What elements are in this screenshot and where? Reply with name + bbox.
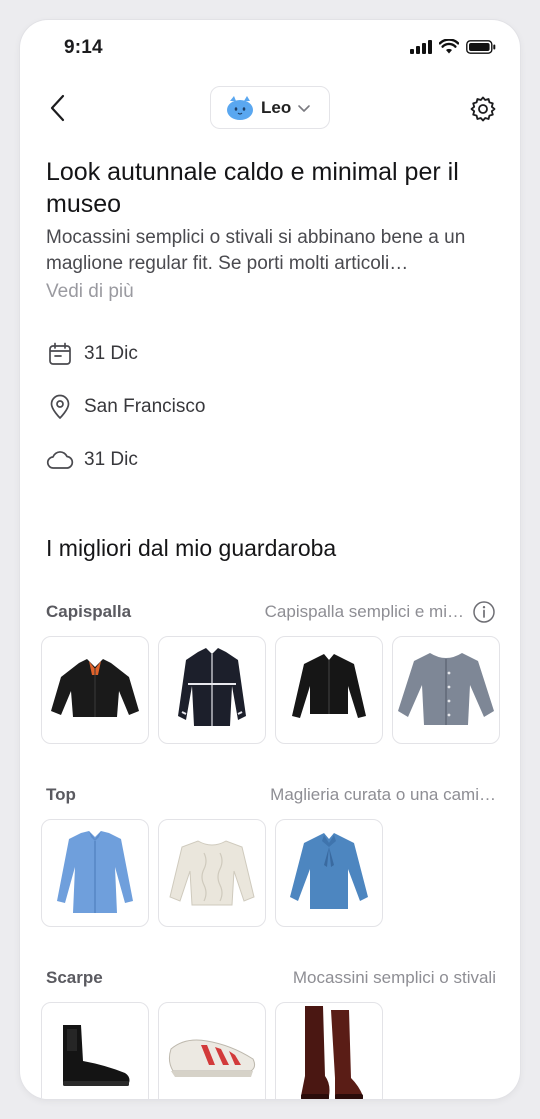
cream-cable-sweater-image (169, 840, 255, 906)
date-row: 31 Dic (46, 339, 138, 369)
chevron-left-icon (50, 94, 65, 122)
black-bomber-jacket-image (51, 659, 139, 717)
item-card[interactable] (41, 1002, 149, 1099)
profile-switcher[interactable]: Leo (210, 86, 330, 129)
header: Leo (20, 86, 520, 130)
cloud-icon (46, 446, 74, 474)
category-description: Mocassini semplici o stivali (292, 968, 496, 987)
weather-text: 31 Dic (84, 449, 138, 470)
items-row-tops (41, 819, 383, 927)
item-card[interactable] (392, 636, 500, 744)
item-card[interactable] (275, 819, 383, 927)
profile-name: Leo (261, 97, 292, 117)
chevron-down-icon (298, 104, 311, 112)
white-red-sneakers-image (168, 1039, 256, 1077)
location-row: San Francisco (46, 392, 205, 422)
category-name: Scarpe (46, 968, 103, 987)
items-row-shoes (41, 1002, 383, 1099)
items-row-outerwear (41, 636, 500, 744)
item-card[interactable] (41, 636, 149, 744)
wardrobe-section-title: I migliori dal mio guardaroba (46, 535, 337, 561)
look-title: Look autunnale caldo e minimal per il mu… (46, 158, 459, 218)
light-blue-shirt-image (57, 831, 133, 913)
item-card[interactable] (158, 636, 266, 744)
black-cropped-jacket-image (292, 654, 366, 718)
item-card[interactable] (158, 819, 266, 927)
location-pin-icon (46, 393, 74, 421)
weather-row: 31 Dic (46, 445, 138, 475)
grey-knit-cardigan-image (398, 653, 494, 725)
category-description: Capispalla semplici e mi… (264, 602, 464, 621)
category-description: Maglieria curata o una cami… (270, 785, 496, 804)
see-more-link[interactable]: Vedi di più (46, 281, 134, 303)
category-header-tops: Top Maglieria curata o una cami… (46, 783, 496, 807)
settings-button[interactable] (466, 92, 500, 126)
status-time: 9:14 (64, 37, 103, 58)
item-card[interactable] (158, 1002, 266, 1099)
date-text: 31 Dic (84, 343, 138, 364)
back-button[interactable] (40, 90, 76, 126)
category-header-outerwear: Capispalla Capispalla semplici e mi… (46, 600, 496, 624)
phone-screen: 9:14 Leo Look autunnale caldo e minimal … (20, 20, 520, 1099)
location-text: San Francisco (84, 396, 206, 417)
status-icons (410, 39, 496, 54)
blue-tie-neck-blouse-image (290, 833, 368, 909)
status-bar: 9:14 (20, 20, 520, 76)
wifi-icon (439, 39, 459, 54)
info-icon[interactable] (472, 600, 496, 624)
item-card[interactable] (275, 636, 383, 744)
cellular-signal-icon (410, 39, 432, 54)
category-header-shoes: Scarpe Mocassini semplici o stivali (46, 966, 496, 990)
brown-knee-high-boots-image (301, 1006, 363, 1099)
gear-icon (470, 96, 496, 122)
item-card[interactable] (275, 1002, 383, 1099)
category-name: Capispalla (46, 602, 132, 621)
battery-icon (466, 39, 496, 54)
look-description: Mocassini semplici o stivali si abbinano… (46, 227, 466, 274)
category-name: Top (46, 785, 76, 804)
calendar-icon (46, 340, 74, 368)
navy-track-jacket-image (178, 648, 246, 726)
avatar-icon (227, 95, 253, 120)
item-card[interactable] (41, 819, 149, 927)
black-chelsea-boots-image (63, 1025, 130, 1086)
